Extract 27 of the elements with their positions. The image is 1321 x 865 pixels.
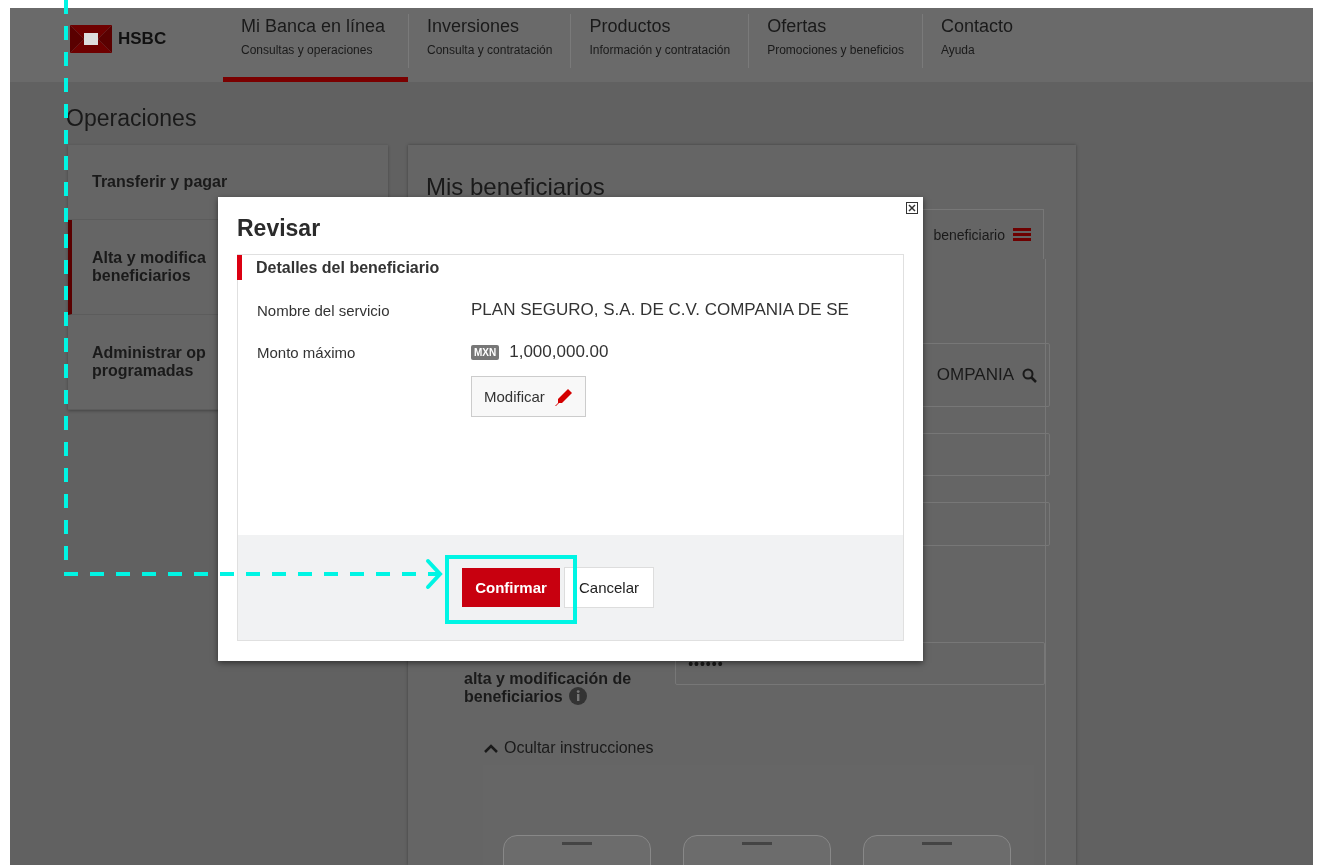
currency-badge: MXN [471,344,500,360]
caret-icon [484,742,498,754]
field-label: alta y modificación de [464,670,632,687]
section-heading: Detalles del beneficiario [237,255,903,280]
nav-tab[interactable]: Contacto Ayuda [921,14,1031,68]
instructions-toggle[interactable]: Ocultar instrucciones [484,739,654,757]
confirm-button[interactable]: Confirmar [462,568,560,607]
nav-tab[interactable]: Mi Banca en línea Consultas y operaciones [223,8,408,82]
nav-tab[interactable]: Ofertas Promociones y beneficios [748,14,922,68]
field-label: Monto máximo [257,343,357,361]
info-icon [568,687,587,705]
logo-text: HSBC [118,29,167,49]
search-icon [1022,367,1037,383]
page-title: Operaciones [66,105,197,132]
close-icon [906,202,918,214]
cancel-button[interactable]: Cancelar [564,567,654,608]
section-title: Mis beneficiarios [426,173,605,201]
modify-button[interactable]: Modificar [471,376,586,417]
nav-tab[interactable]: Productos Información y contratación [570,14,749,68]
field-label: Nombre del servicio [257,301,391,319]
close-button[interactable] [906,202,918,214]
field-label: beneficiarios [464,687,563,705]
nav-tab[interactable]: Inversiones Consulta y contratación [408,14,571,68]
menu-icon [1013,228,1031,241]
pencil-icon [554,387,573,406]
field-value: 1,000,000.00 [509,342,609,362]
field-value: PLAN SEGURO, S.A. DE C.V. COMPANIA DE SE [471,300,849,320]
